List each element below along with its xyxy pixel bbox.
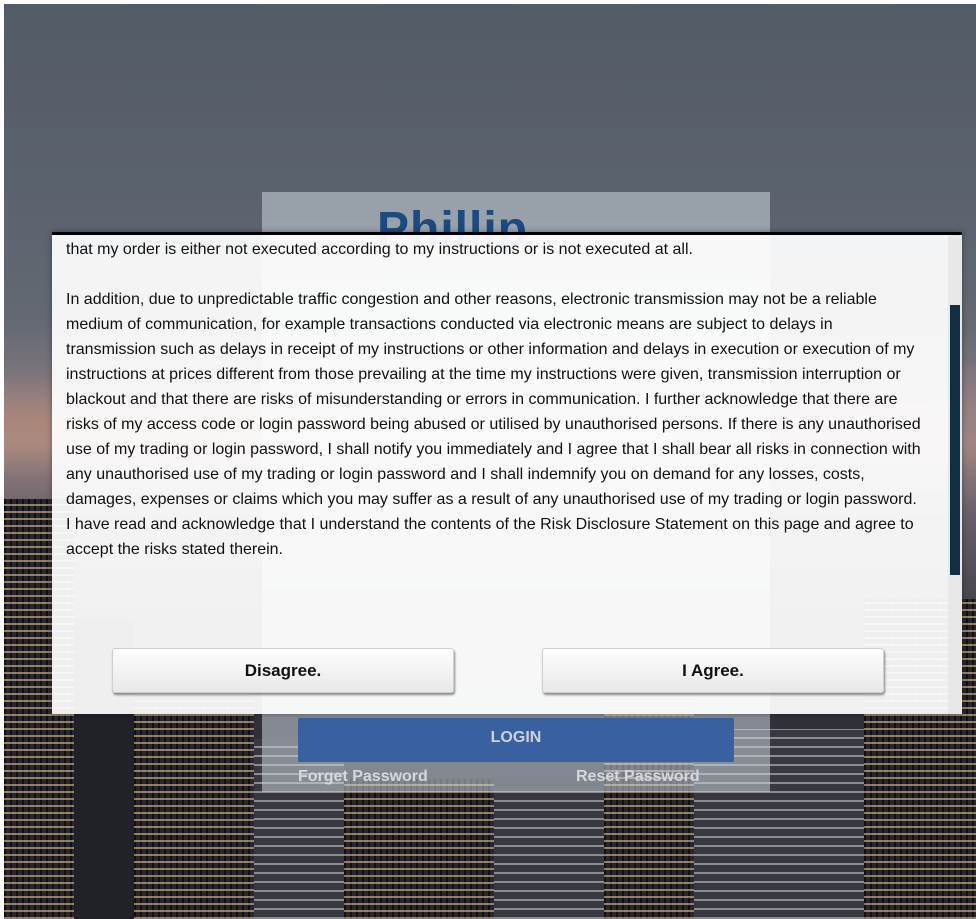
login-button[interactable]: LOGIN [298,718,734,762]
disclosure-paragraph: In addition, due to unpredictable traffi… [66,291,921,558]
disagree-button[interactable]: Disagree. [112,648,454,693]
scrollbar-thumb[interactable] [950,305,960,575]
forget-password-link[interactable]: Forget Password [298,768,428,786]
reset-password-link[interactable]: Reset Password [576,768,700,786]
risk-disclosure-dialog: that my order is either not executed acc… [52,232,962,714]
building [344,779,494,919]
disclosure-paragraph: that my order is either not executed acc… [66,241,693,258]
agree-button[interactable]: I Agree. [542,648,884,693]
disclosure-text[interactable]: that my order is either not executed acc… [66,237,924,647]
scrollbar[interactable] [948,235,962,714]
building [494,789,604,919]
